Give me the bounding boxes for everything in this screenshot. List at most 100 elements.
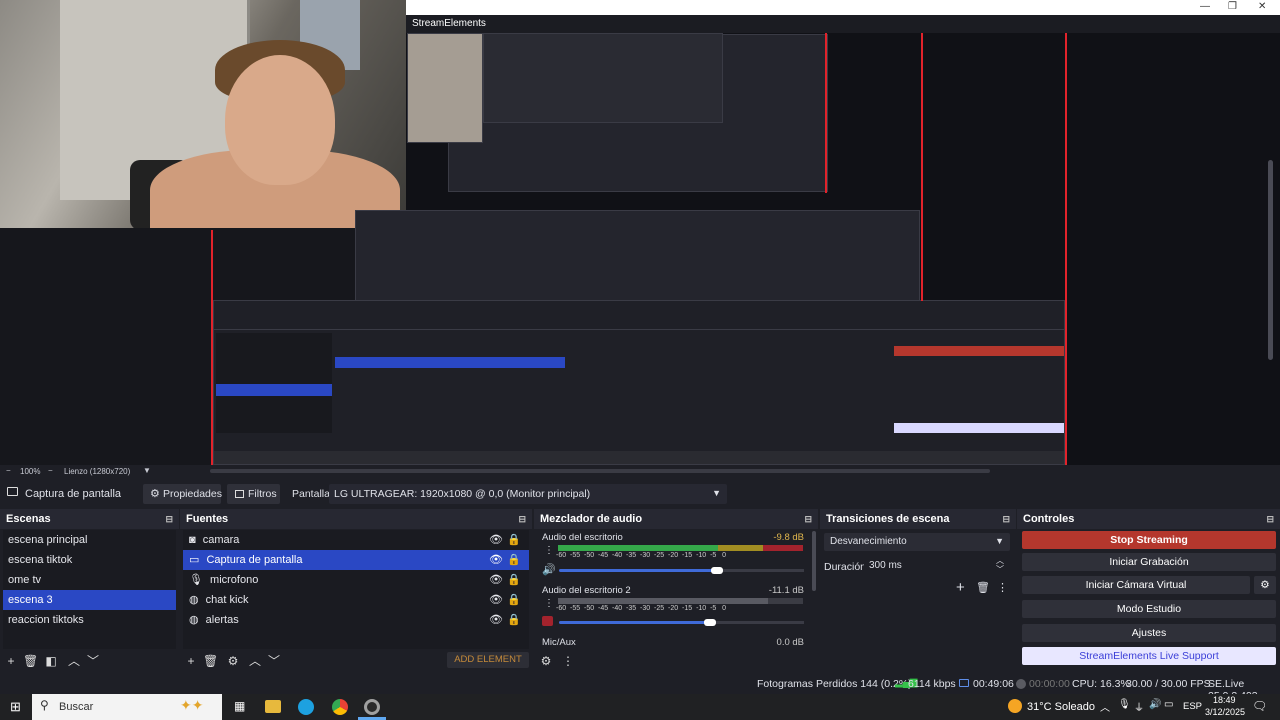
- properties-button[interactable]: ⚙ Propiedades: [143, 484, 222, 504]
- scrollbar[interactable]: [1268, 160, 1273, 360]
- filters-button[interactable]: Filtros: [227, 484, 280, 504]
- studio-mode-button[interactable]: Modo Estudio: [1022, 600, 1276, 618]
- remove-transition-button[interactable]: 🗑: [976, 581, 990, 594]
- camera-icon: ◙: [189, 534, 196, 546]
- close-icon[interactable]: ✕: [1258, 0, 1266, 14]
- settings-button[interactable]: Ajustes: [1022, 624, 1276, 642]
- scene-item[interactable]: escena principal: [3, 530, 176, 550]
- advanced-audio-gear-icon[interactable]: ⚙: [539, 654, 553, 668]
- file-explorer-icon[interactable]: [265, 700, 281, 713]
- eye-icon[interactable]: 👁: [489, 530, 503, 550]
- volume-slider-knob[interactable]: [704, 619, 716, 626]
- add-scene-button[interactable]: +: [4, 654, 18, 668]
- scene-filters-button[interactable]: ◧: [44, 654, 58, 668]
- mixer-menu-icon[interactable]: ⋮: [561, 654, 575, 668]
- virtual-camera-gear-icon[interactable]: ⚙: [1254, 576, 1276, 594]
- channel-db: -11.1 dB: [768, 585, 804, 596]
- virtual-camera-button[interactable]: Iniciar Cámara Virtual: [1022, 576, 1250, 594]
- transition-select[interactable]: Desvanecimiento ▼: [824, 533, 1010, 551]
- dock-menu-icon[interactable]: ⊟: [518, 509, 526, 529]
- source-item-selected[interactable]: ▭ Captura de pantalla 👁 🔒: [183, 550, 529, 570]
- channel-menu-icon[interactable]: ⋮: [544, 545, 554, 556]
- notification-icon[interactable]: 🗨: [1252, 699, 1267, 713]
- lock-icon[interactable]: 🔒: [507, 610, 521, 630]
- eye-icon[interactable]: 👁: [489, 570, 503, 590]
- microphone-tray-icon[interactable]: 🎙: [1118, 699, 1131, 710]
- add-transition-button[interactable]: +: [956, 579, 965, 596]
- spin-down-icon[interactable]: ﹀: [996, 564, 1004, 575]
- move-down-button[interactable]: ﹀: [86, 654, 100, 668]
- live-support-button[interactable]: StreamElements Live Support: [1022, 647, 1276, 665]
- maximize-icon[interactable]: ❐: [1228, 0, 1237, 14]
- start-recording-button[interactable]: Iniciar Grabación: [1022, 553, 1276, 571]
- scene-item[interactable]: reaccion tiktoks: [3, 610, 176, 630]
- edge-icon[interactable]: [298, 699, 314, 715]
- sources-header: Fuentes ⊟: [180, 509, 532, 529]
- move-up-button[interactable]: ︿: [67, 654, 81, 668]
- muted-speaker-icon[interactable]: [542, 616, 553, 626]
- lock-icon[interactable]: 🔒: [507, 570, 521, 590]
- source-item[interactable]: ◍ chat kick 👁 🔒: [183, 590, 529, 610]
- source-settings-gear-icon[interactable]: ⚙: [226, 654, 240, 668]
- source-item[interactable]: ◍ alertas 👁 🔒: [183, 610, 529, 630]
- chrome-icon[interactable]: [332, 699, 348, 715]
- horizontal-scrollbar[interactable]: [210, 469, 990, 473]
- canvas-dropdown-icon[interactable]: ▼: [143, 466, 151, 475]
- source-label: microfono: [210, 574, 259, 586]
- volume-slider[interactable]: [559, 621, 709, 624]
- preview-canvas[interactable]: — ❐ ✕ StreamElements: [0, 0, 1280, 465]
- usb-tray-icon[interactable]: ⏚: [1134, 699, 1144, 714]
- add-source-button[interactable]: +: [184, 654, 198, 668]
- lock-icon[interactable]: 🔒: [507, 530, 521, 550]
- zoom-out-button[interactable]: −: [6, 466, 11, 475]
- obs-icon[interactable]: [364, 699, 380, 715]
- scene-label: ome tv: [8, 574, 42, 586]
- source-item[interactable]: 🎙 microfono 👁 🔒: [183, 570, 529, 590]
- scene-item-selected[interactable]: escena 3: [3, 590, 176, 610]
- dock-menu-icon[interactable]: ⊟: [1002, 509, 1010, 529]
- stop-streaming-button[interactable]: Stop Streaming: [1022, 531, 1276, 549]
- mixer-scrollbar[interactable]: [812, 531, 816, 591]
- lock-icon[interactable]: 🔒: [507, 590, 521, 610]
- volume-slider-knob[interactable]: [711, 567, 723, 574]
- taskbar-search[interactable]: ⚲ Buscar ✦✦: [32, 694, 222, 720]
- network-tray-icon[interactable]: ▭: [1164, 699, 1173, 710]
- channel-db: -9.8 dB: [773, 532, 804, 543]
- speaker-icon[interactable]: 🔊: [542, 563, 556, 576]
- tray-chevron-icon[interactable]: ︿: [1100, 699, 1110, 714]
- transition-menu-icon[interactable]: ⋮: [997, 581, 1008, 594]
- windows-start-icon[interactable]: ⊞: [10, 699, 21, 715]
- zoom-in-button[interactable]: −: [48, 466, 53, 475]
- transitions-header: Transiciones de escena ⊟: [820, 509, 1016, 529]
- dock-menu-icon[interactable]: ⊟: [804, 509, 812, 529]
- clock-date[interactable]: 3/12/2025: [1205, 707, 1245, 717]
- remove-source-button[interactable]: 🗑: [203, 654, 218, 668]
- task-view-icon[interactable]: ▦: [234, 699, 245, 713]
- channel-menu-icon[interactable]: ⋮: [544, 598, 554, 609]
- filters-label: Filtros: [248, 488, 277, 500]
- nested-webcam: [407, 33, 483, 143]
- remove-scene-button[interactable]: 🗑: [23, 654, 38, 668]
- eye-icon[interactable]: 👁: [489, 610, 503, 630]
- scene-item[interactable]: escena tiktok: [3, 550, 176, 570]
- volume-tray-icon[interactable]: 🔊: [1149, 699, 1161, 710]
- scene-item[interactable]: ome tv: [3, 570, 176, 590]
- eye-icon[interactable]: 👁: [489, 550, 503, 570]
- move-up-button[interactable]: ︿: [248, 654, 262, 668]
- clock-time[interactable]: 18:49: [1213, 695, 1236, 705]
- language-indicator[interactable]: ESP: [1183, 701, 1202, 712]
- minimize-icon[interactable]: —: [1200, 0, 1210, 14]
- weather-text[interactable]: 31°C Soleado: [1027, 701, 1095, 713]
- screen-select[interactable]: LG ULTRAGEAR: 1920x1080 @ 0,0 (Monitor p…: [329, 484, 727, 504]
- eye-icon[interactable]: 👁: [489, 590, 503, 610]
- lock-icon[interactable]: 🔒: [507, 550, 521, 570]
- add-element-button[interactable]: ADD ELEMENT: [447, 652, 529, 668]
- dock-menu-icon[interactable]: ⊟: [1266, 509, 1274, 529]
- source-item[interactable]: ◙ camara 👁 🔒: [183, 530, 529, 550]
- dock-menu-icon[interactable]: ⊟: [165, 509, 173, 529]
- duration-spinbox[interactable]: 300 ms ︿ ﹀: [864, 556, 1010, 575]
- mixer-header: Mezclador de audio ⊟: [534, 509, 818, 529]
- volume-slider[interactable]: [559, 569, 719, 572]
- move-down-button[interactable]: ﹀: [267, 654, 281, 668]
- controls-header: Controles ⊟: [1017, 509, 1280, 529]
